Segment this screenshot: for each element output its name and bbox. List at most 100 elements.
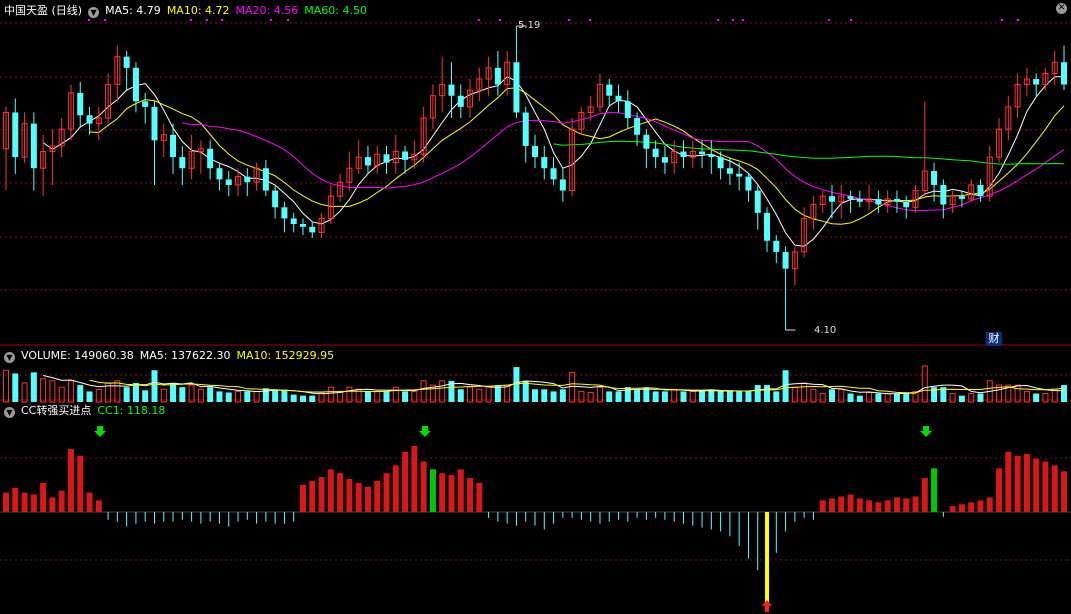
cc-bar-up [40,482,47,512]
cc-bar-up [838,496,845,512]
cc-bar-up [318,477,325,512]
volume-bar [550,391,557,402]
cc-panel-header: ▼ CC转强买进点 CC1: 118.18 [4,403,171,419]
volume-bar [977,393,984,402]
volume-bar [921,365,928,403]
candle-down [244,176,251,183]
volume-bar [513,367,520,402]
cc-bar-up [931,468,938,512]
volume-bar [383,391,390,402]
candle-down [634,118,641,135]
candle-down [12,112,19,158]
volume-bar [504,384,511,403]
signal-dot [287,19,289,21]
volume-bar [12,373,19,402]
volume-bar [30,372,37,402]
cc-bar-up [448,475,455,512]
cc-bar-up [1042,461,1049,512]
signal-dot [221,19,223,21]
volume-bar [281,390,288,402]
volume-panel-toggle-icon[interactable]: ▼ [4,352,15,363]
candle-down [364,157,371,166]
cc-bar-up [58,490,65,512]
volume-bar [123,387,130,402]
candle-down [550,168,557,180]
candle-down [847,196,854,199]
candle-down [940,184,947,205]
candle-down [309,226,316,233]
volume-bar [262,388,269,402]
volume-bar [170,382,177,402]
stock-name: 中国天盈 (日线) [4,4,83,17]
volume-bar [699,391,706,402]
candle-down [903,201,910,208]
cc-bar-up [921,478,928,512]
main-panel-toggle-icon[interactable]: ▼ [88,7,100,18]
main-panel-header: 中国天盈 (日线) ▼ MA5: 4.79 MA10: 4.72 MA20: 4.56 M… [4,3,373,19]
volume-bar [903,393,910,402]
candle-down [179,157,186,169]
cc-bar-up [893,497,900,512]
candle-down [764,212,771,241]
candle-down [977,184,984,197]
stock-chart[interactable] [0,0,1071,614]
close-icon[interactable]: ✕ [1056,3,1067,14]
candle-down [123,56,130,68]
volume-bar [764,385,771,402]
volume-bar [522,380,529,402]
volume-ma5-label: MA5: 137622.30 [139,349,231,362]
candle-down [559,179,566,191]
volume-bar [244,391,251,402]
cc-bar-up [327,469,334,512]
signal-dot [742,19,744,21]
candle-down [875,198,882,205]
cc-indicator-name: CC转强买进点 [21,404,92,417]
signal-dot [568,19,570,21]
candle-down [615,95,622,102]
candle-down [661,157,668,163]
candle-down [30,123,37,169]
volume-bar [736,391,743,402]
volume-label: VOLUME: 149060.38 [21,349,134,362]
cc-bar-up [968,502,975,512]
volume-bar [216,391,223,402]
cc-panel-toggle-icon[interactable]: ▼ [4,407,15,418]
candle-down [708,154,715,158]
cc1-label: CC1: 118.18 [97,404,166,417]
cc-bar-up [1014,455,1021,512]
candle-down [1061,62,1067,85]
volume-bar [726,391,733,402]
candle-down [170,134,177,158]
volume-bar [893,393,900,402]
cc-bar-up [1061,471,1067,512]
volume-bar [745,391,752,402]
candle-down [958,196,965,199]
volume-panel-header: ▼ VOLUME: 149060.38 MA5: 137622.30 MA10: 15… [4,348,340,364]
candle-down [402,151,409,160]
candle-down [624,101,631,119]
volume-bar [708,389,715,402]
candle-down [828,196,835,202]
finance-badge[interactable]: 财 [986,332,1002,346]
cc-bar-up [309,480,316,512]
cc-bar-up [884,500,891,512]
candle-down [643,134,650,149]
candle-down [726,168,733,174]
cc-bar-up [402,451,409,512]
volume-bar [299,395,306,402]
volume-bar [1042,393,1049,403]
candle-down [736,173,743,177]
cc-bar-extreme [765,512,770,606]
cc-bar-up [1023,453,1030,512]
candle-down [151,106,158,141]
candle-down [494,67,501,85]
candle-down [893,198,900,202]
volume-bar [532,389,538,402]
cc-bar-up [912,496,919,512]
volume-bar [652,391,659,402]
volume-bar [801,382,808,403]
cc-bar-up [355,482,362,512]
signal-dot [828,19,830,21]
volume-bar [142,390,149,402]
cc-bar-up [21,492,28,512]
